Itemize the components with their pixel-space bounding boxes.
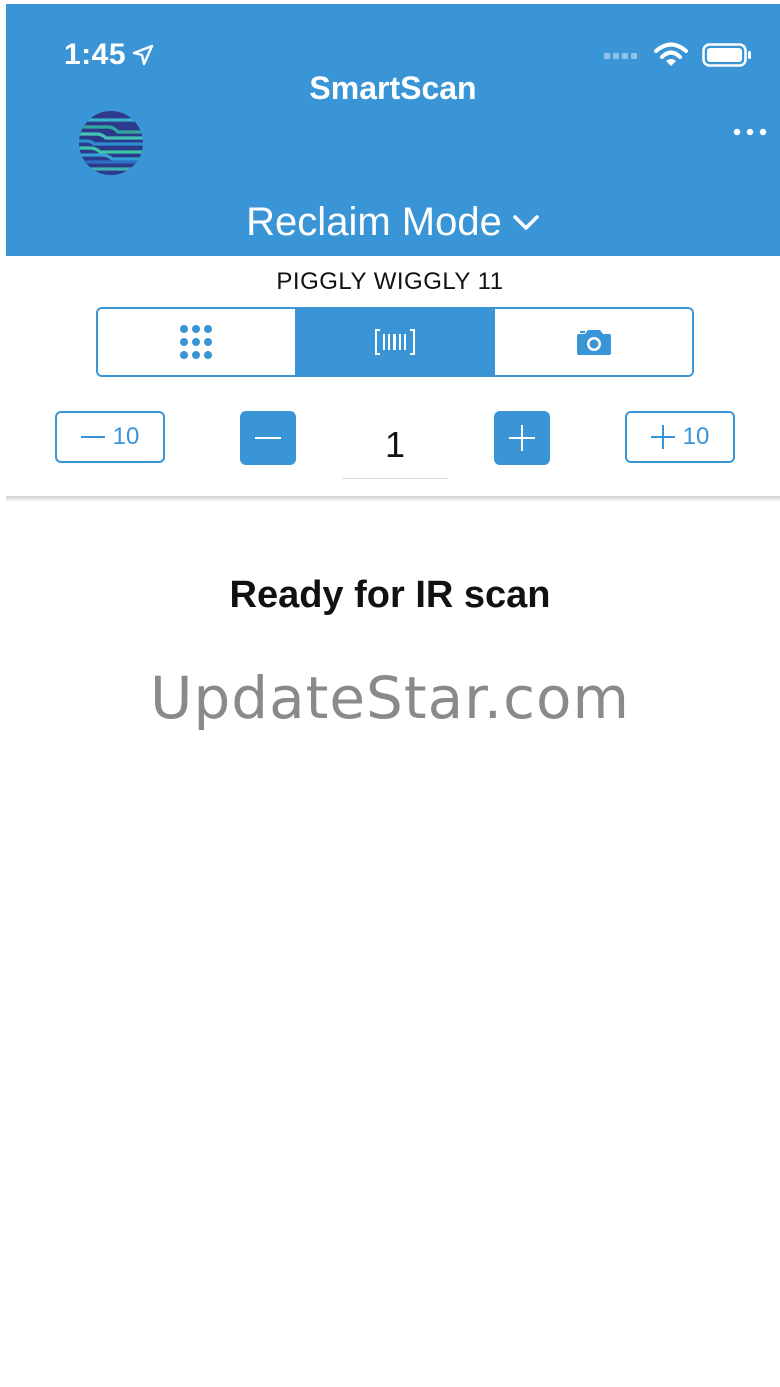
scan-status-message: Ready for IR scan bbox=[229, 574, 551, 616]
barcode-icon bbox=[375, 329, 415, 355]
tab-camera[interactable] bbox=[493, 309, 692, 375]
status-indicators bbox=[604, 42, 752, 68]
globe-lines-logo-icon bbox=[79, 111, 143, 175]
decrease-ten-button[interactable]: 10 bbox=[55, 411, 165, 463]
store-name: PIGGLY WIGGLY 11 bbox=[276, 268, 504, 295]
cellular-signal-icon bbox=[604, 53, 637, 59]
app-screen: 1:45 SmartScan Reclaim Mode PIGGLY WIGGL… bbox=[0, 0, 780, 1387]
increase-ten-button[interactable]: 10 bbox=[625, 411, 735, 463]
status-time-text: 1:45 bbox=[64, 38, 127, 71]
battery-icon bbox=[702, 43, 751, 67]
chevron-down-icon bbox=[513, 214, 539, 230]
wifi-icon bbox=[654, 42, 688, 66]
panel-divider bbox=[6, 496, 780, 502]
more-options-button[interactable] bbox=[730, 112, 770, 152]
status-time: 1:45 bbox=[64, 38, 154, 72]
keypad-icon bbox=[180, 325, 213, 359]
app-header: 1:45 SmartScan Reclaim Mode bbox=[6, 4, 780, 256]
quantity-input[interactable] bbox=[342, 412, 448, 479]
plus-icon bbox=[509, 425, 535, 451]
mode-selector-label: Reclaim Mode bbox=[246, 200, 502, 244]
decrease-ten-label: 10 bbox=[112, 423, 140, 450]
tab-barcode-scan[interactable] bbox=[294, 309, 494, 375]
minus-icon bbox=[80, 436, 105, 438]
increase-ten-label: 10 bbox=[682, 423, 710, 450]
decrease-button[interactable] bbox=[240, 411, 296, 465]
input-method-selector bbox=[96, 307, 694, 377]
increase-button[interactable] bbox=[494, 411, 550, 465]
quantity-stepper: 10 10 bbox=[0, 410, 780, 482]
camera-icon bbox=[576, 330, 611, 355]
plus-icon bbox=[650, 425, 675, 449]
ellipsis-icon bbox=[733, 128, 767, 136]
location-arrow-icon bbox=[132, 44, 154, 66]
tab-keypad[interactable] bbox=[98, 309, 295, 375]
mode-selector[interactable]: Reclaim Mode bbox=[6, 200, 780, 245]
watermark-text: UpdateStar.com bbox=[150, 664, 630, 732]
app-title: SmartScan bbox=[309, 70, 477, 106]
minus-icon bbox=[255, 437, 281, 439]
